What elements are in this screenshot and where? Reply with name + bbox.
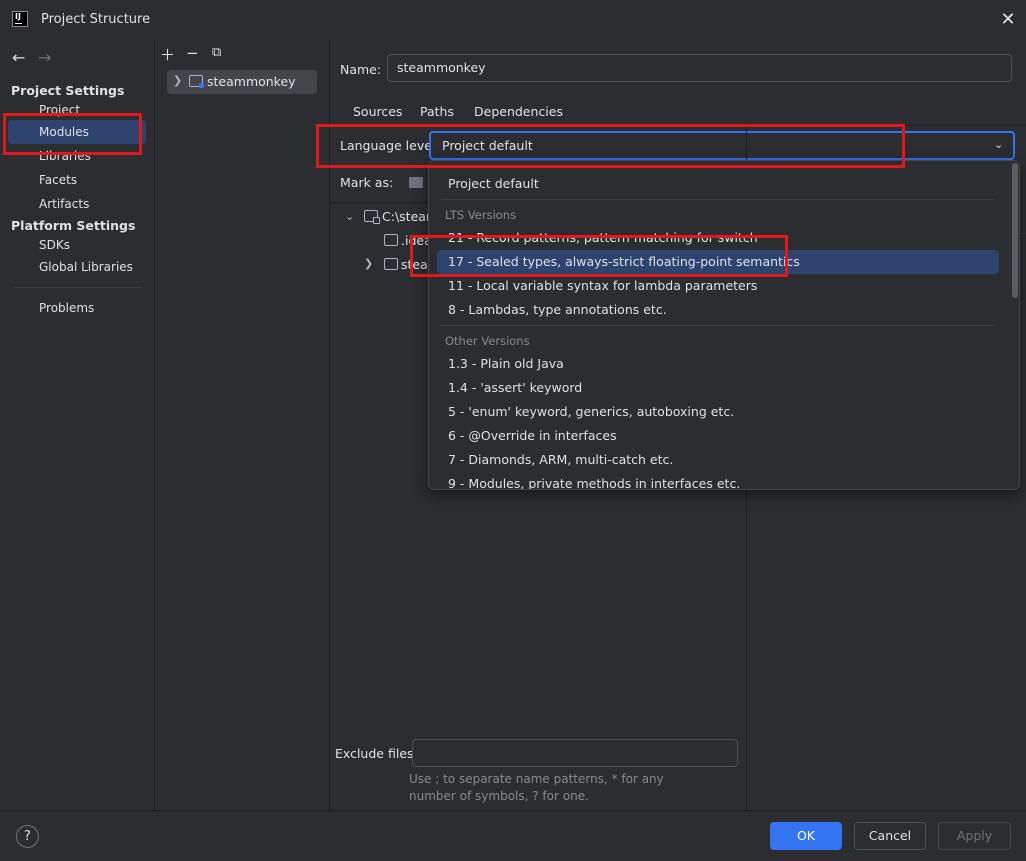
language-level-popup: Project default LTS Versions 21 - Record… [428, 160, 1020, 490]
tab-dependencies[interactable]: Dependencies [474, 104, 563, 119]
option-java-1-4[interactable]: 1.4 - 'assert' keyword [437, 376, 999, 400]
lts-versions-header: LTS Versions [445, 208, 517, 222]
exclude-files-label: Exclude files: [335, 746, 418, 761]
dialog-footer: ? OK Cancel Apply [0, 810, 1026, 861]
tab-paths[interactable]: Paths [420, 104, 454, 119]
module-folder-icon [189, 75, 204, 88]
folder-icon [384, 258, 398, 270]
option-java-9[interactable]: 9 - Modules, private methods in interfac… [437, 472, 999, 489]
tree-root-label[interactable]: C:\steam [382, 209, 428, 224]
chevron-down-icon[interactable]: ⌄ [994, 138, 1003, 151]
option-java-8[interactable]: 8 - Lambdas, type annotations etc. [437, 298, 999, 322]
option-java-7[interactable]: 7 - Diamonds, ARM, multi-catch etc. [437, 448, 999, 472]
modules-panel: ＋ − ⧉ ❯ steammonkey [155, 40, 330, 810]
tabs-divider [330, 125, 1026, 126]
sources-folder-icon[interactable] [409, 177, 423, 188]
chevron-down-icon[interactable]: ⌄ [345, 210, 354, 223]
exclude-files-hint: Use ; to separate name patterns, * for a… [409, 772, 664, 803]
other-versions-header: Other Versions [445, 334, 530, 348]
option-java-11[interactable]: 11 - Local variable syntax for lambda pa… [437, 274, 999, 298]
copy-icon[interactable]: ⧉ [212, 45, 221, 60]
nav-item-problems[interactable]: Problems [8, 296, 146, 320]
cancel-button[interactable]: Cancel [854, 822, 926, 850]
project-settings-header: Project Settings [11, 83, 125, 98]
folder-icon [384, 234, 398, 246]
popup-divider [441, 325, 994, 326]
remove-icon[interactable]: − [186, 44, 199, 62]
nav-item-libraries[interactable]: Libraries [8, 144, 146, 168]
window-title: Project Structure [41, 12, 151, 27]
name-label: Name: [340, 62, 382, 77]
nav-item-facets[interactable]: Facets [8, 168, 146, 192]
chevron-right-icon[interactable]: ❯ [173, 74, 182, 87]
tab-sources[interactable]: Sources [353, 104, 402, 119]
apply-button[interactable]: Apply [938, 822, 1011, 850]
title-bar: IJ Project Structure ✕ [0, 0, 1026, 40]
nav-item-project[interactable]: Project [8, 98, 146, 122]
nav-item-global-libraries[interactable]: Global Libraries [8, 255, 146, 279]
settings-nav: ← → Project Settings Project Modules Lib… [0, 40, 155, 810]
back-arrow-icon[interactable]: ← [12, 48, 25, 67]
option-project-default[interactable]: Project default [437, 172, 999, 196]
nav-item-modules[interactable]: Modules [8, 120, 146, 144]
nav-divider [14, 287, 142, 288]
option-java-17[interactable]: 17 - Sealed types, always-strict floatin… [437, 250, 999, 274]
popup-scrollbar[interactable] [1012, 163, 1018, 298]
nav-item-artifacts[interactable]: Artifacts [8, 192, 146, 216]
nav-item-sdks[interactable]: SDKs [8, 233, 146, 257]
intellij-logo-icon: IJ [12, 11, 28, 27]
exclude-files-input[interactable] [412, 739, 738, 767]
close-icon[interactable]: ✕ [996, 8, 1020, 32]
module-item-label: steammonkey [207, 74, 296, 89]
language-level-label: Language level: [340, 138, 440, 153]
mark-as-label: Mark as: [340, 175, 394, 190]
tree-item-label[interactable]: steam [401, 257, 428, 272]
root-folder-icon [364, 210, 380, 224]
language-level-select[interactable]: Project default [429, 131, 1015, 160]
name-input[interactable]: steammonkey [387, 54, 1012, 82]
option-java-21[interactable]: 21 - Record patterns, pattern matching f… [437, 226, 999, 250]
tree-item-label[interactable]: .idea [401, 233, 428, 248]
forward-arrow-icon[interactable]: → [38, 48, 51, 67]
chevron-right-icon[interactable]: ❯ [364, 257, 373, 270]
platform-settings-header: Platform Settings [11, 218, 136, 233]
popup-divider [441, 199, 994, 200]
module-item[interactable]: ❯ steammonkey [167, 70, 317, 94]
option-java-6[interactable]: 6 - @Override in interfaces [437, 424, 999, 448]
help-button[interactable]: ? [16, 825, 39, 848]
ok-button[interactable]: OK [770, 822, 842, 850]
option-java-1-3[interactable]: 1.3 - Plain old Java [437, 352, 999, 376]
add-icon[interactable]: ＋ [160, 44, 175, 65]
option-java-5[interactable]: 5 - 'enum' keyword, generics, autoboxing… [437, 400, 999, 424]
